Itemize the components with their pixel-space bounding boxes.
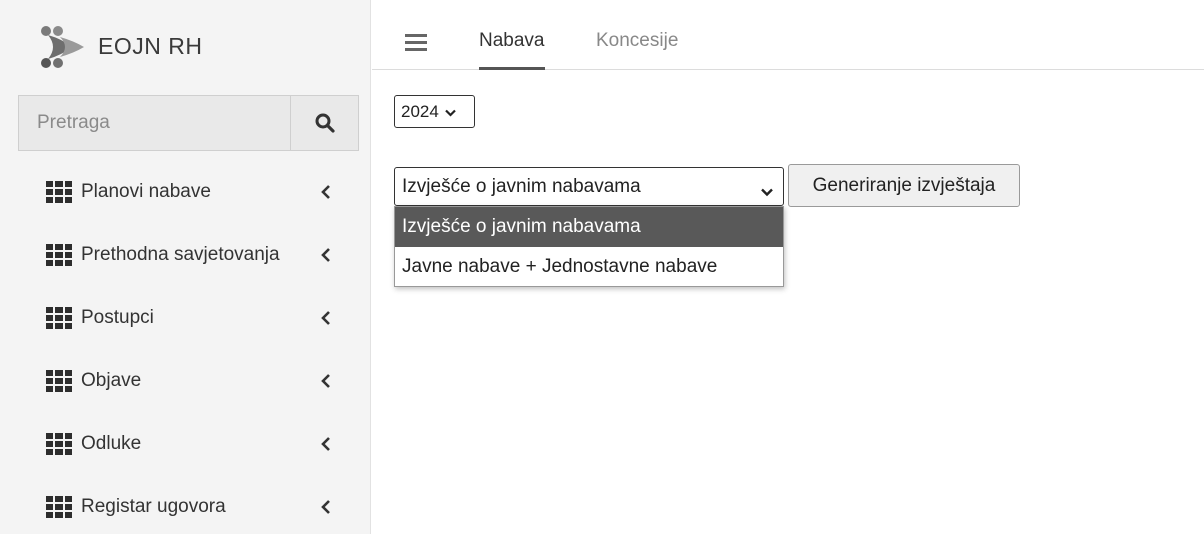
active-tab-indicator [479, 67, 545, 70]
brand-name: EOJN RH [98, 33, 203, 59]
search-icon [315, 113, 335, 133]
hamburger-icon[interactable] [405, 34, 427, 51]
sidebar-item-label: Prethodna savjetovanja [81, 243, 280, 265]
sidebar-item-label: Planovi nabave [81, 180, 211, 202]
sidebar-item-odluke[interactable]: Odluke [0, 412, 371, 475]
tab-label: Koncesije [596, 30, 679, 51]
tab-label: Nabava [479, 30, 545, 51]
year-select[interactable]: 2024 [394, 95, 475, 128]
chevron-left-icon [319, 436, 333, 451]
grid-icon [46, 495, 72, 518]
sidebar-item-label: Odluke [81, 432, 142, 454]
report-type-dropdown: Izvješće o javnim nabavama Javne nabave … [394, 206, 784, 287]
generate-report-button[interactable]: Generiranje izvještaja [788, 164, 1020, 207]
chevron-left-icon [319, 499, 333, 514]
report-select-value: Izvješće o javnim nabavama [402, 175, 641, 197]
report-type-select[interactable]: Izvješće o javnim nabavama [394, 167, 784, 206]
chevron-left-icon [319, 310, 333, 325]
tab-koncesije[interactable]: Koncesije [596, 30, 678, 52]
chevron-down-icon [761, 181, 773, 203]
chevron-left-icon [319, 373, 333, 388]
grid-icon [46, 306, 72, 329]
grid-icon [46, 243, 72, 266]
sidebar-item-label: Postupci [81, 306, 154, 328]
sidebar-item-objave[interactable]: Objave [0, 349, 371, 412]
grid-icon [46, 180, 72, 203]
sidebar-item-prethodna-savjetovanja[interactable]: Prethodna savjetovanja [0, 223, 371, 286]
eojn-logo-icon [36, 22, 86, 72]
sidebar-menu: Planovi nabave Prethodna savjetovanja Po… [0, 160, 371, 534]
sidebar-item-label: Objave [81, 369, 142, 391]
dropdown-option[interactable]: Javne nabave + Jednostavne nabave [395, 247, 783, 287]
sidebar-item-planovi-nabave[interactable]: Planovi nabave [0, 160, 371, 223]
sidebar-item-postupci[interactable]: Postupci [0, 286, 371, 349]
sidebar-item-label: Registar ugovora [81, 495, 226, 517]
dropdown-option[interactable]: Izvješće o javnim nabavama [395, 207, 783, 247]
tab-nabava[interactable]: Nabava [479, 30, 545, 70]
year-select-value: 2024 [401, 101, 439, 121]
chevron-left-icon [319, 184, 333, 199]
grid-icon [46, 432, 72, 455]
search-button[interactable] [290, 96, 358, 150]
sidebar-item-registar-ugovora[interactable]: Registar ugovora [0, 475, 371, 534]
sidebar: EOJN RH Planovi nabave Prethodna savjeto… [0, 0, 371, 534]
grid-icon [46, 369, 72, 392]
brand[interactable]: EOJN RH [0, 0, 370, 93]
chevron-left-icon [319, 247, 333, 262]
search-box [18, 95, 359, 151]
top-bar: Nabava Koncesije [372, 0, 1204, 70]
search-input[interactable] [19, 96, 290, 150]
chevron-down-icon [445, 102, 456, 122]
